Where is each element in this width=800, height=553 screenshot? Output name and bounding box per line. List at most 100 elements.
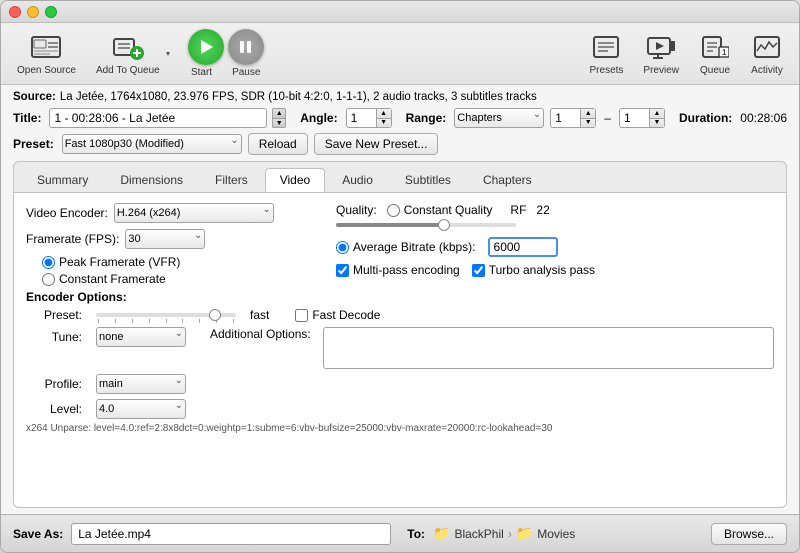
tab-filters[interactable]: Filters xyxy=(200,168,263,192)
preview-icon xyxy=(645,31,677,63)
activity-button[interactable]: Activity xyxy=(743,27,791,80)
title-spin-down[interactable]: ▼ xyxy=(272,118,286,128)
preview-button[interactable]: Preview xyxy=(635,27,687,80)
range-from-input[interactable] xyxy=(550,108,580,128)
tab-summary[interactable]: Summary xyxy=(22,168,103,192)
angle-spin-down[interactable]: ▼ xyxy=(377,119,391,128)
constant-quality-radio-item[interactable]: Constant Quality xyxy=(387,203,493,217)
avg-bitrate-row: Average Bitrate (kbps): xyxy=(336,237,774,257)
pause-button[interactable] xyxy=(228,29,264,65)
presets-button[interactable]: Presets xyxy=(582,27,632,80)
range-select-wrap: Chapters xyxy=(454,108,544,128)
tab-subtitles[interactable]: Subtitles xyxy=(390,168,466,192)
tabs-header: Summary Dimensions Filters Video Audio S… xyxy=(14,162,786,192)
saveas-input[interactable] xyxy=(71,523,391,545)
angle-spin-up[interactable]: ▲ xyxy=(377,109,391,119)
rf-slider[interactable] xyxy=(336,223,516,227)
start-button[interactable] xyxy=(188,29,224,65)
tune-profile-row: Tune: none Additional Options: xyxy=(26,327,774,369)
video-two-col: Video Encoder: H.264 (x264) Framerate (F… xyxy=(26,203,774,286)
tab-chapters[interactable]: Chapters xyxy=(468,168,547,192)
title-spin-up[interactable]: ▲ xyxy=(272,108,286,118)
fast-decode-checkbox[interactable] xyxy=(295,309,308,322)
reload-button[interactable]: Reload xyxy=(248,133,308,155)
add-to-queue-icon xyxy=(112,31,144,63)
queue-button[interactable]: 1 Queue xyxy=(691,27,739,80)
angle-input[interactable] xyxy=(346,108,376,128)
profile-label: Profile: xyxy=(26,377,82,391)
maximize-button[interactable] xyxy=(45,6,57,18)
range-to-spinners: ▲ ▼ xyxy=(649,108,665,128)
range-to-down[interactable]: ▼ xyxy=(650,119,664,128)
avg-bitrate-radio[interactable] xyxy=(336,241,349,254)
tune-row: Tune: none xyxy=(26,327,186,347)
tab-video[interactable]: Video xyxy=(265,168,325,192)
range-dash: – xyxy=(602,111,613,125)
folder2-name: Movies xyxy=(537,527,575,541)
constant-framerate-label: Constant Framerate xyxy=(59,272,166,286)
avg-bitrate-label: Average Bitrate (kbps): xyxy=(353,240,476,254)
additional-options-input[interactable] xyxy=(323,327,774,369)
title-input[interactable] xyxy=(49,108,267,128)
bitrate-input[interactable] xyxy=(488,237,558,257)
browse-button[interactable]: Browse... xyxy=(711,523,787,545)
constant-framerate-radio-item[interactable]: Constant Framerate xyxy=(42,272,316,286)
constant-framerate-radio[interactable] xyxy=(42,273,55,286)
tune-label: Tune: xyxy=(26,330,82,344)
start-label: Start xyxy=(191,67,212,78)
profile-select[interactable]: main xyxy=(96,374,186,394)
add-to-queue-button[interactable]: Add To Queue xyxy=(88,27,180,80)
quality-row: Quality: Constant Quality RF 22 xyxy=(336,203,774,217)
encoder-select-wrap: H.264 (x264) xyxy=(114,203,274,223)
presets-label: Presets xyxy=(590,65,624,76)
saveas-label: Save As: xyxy=(13,527,63,541)
path-display: 📁 BlackPhil › 📁 Movies xyxy=(433,525,575,542)
presets-icon xyxy=(590,31,622,63)
avg-bitrate-radio-item[interactable]: Average Bitrate (kbps): xyxy=(336,240,476,254)
tune-select[interactable]: none xyxy=(96,327,186,347)
encoder-preset-row: Preset: xyxy=(26,308,774,322)
range-from-spinners: ▲ ▼ xyxy=(580,108,596,128)
open-source-button[interactable]: Open Source xyxy=(9,27,84,80)
tab-dimensions[interactable]: Dimensions xyxy=(105,168,198,192)
start-pause-group: Start Pause xyxy=(188,29,264,78)
close-button[interactable] xyxy=(9,6,21,18)
level-select[interactable]: 4.0 xyxy=(96,399,186,419)
constant-quality-radio[interactable] xyxy=(387,204,400,217)
folder2-icon: 📁 xyxy=(516,525,533,542)
pause-label: Pause xyxy=(232,67,260,78)
preset-row: Preset: Fast 1080p30 (Modified) Reload S… xyxy=(13,133,787,155)
encoder-preset-slider[interactable] xyxy=(96,313,236,317)
turbo-checkbox-item[interactable]: Turbo analysis pass xyxy=(472,263,595,277)
peak-framerate-radio[interactable] xyxy=(42,256,55,269)
tab-audio[interactable]: Audio xyxy=(327,168,388,192)
encoder-options-fields: Preset: xyxy=(26,308,774,419)
encoder-preset-thumb[interactable] xyxy=(209,309,221,321)
folder1-name: BlackPhil xyxy=(454,527,503,541)
multipass-checkbox[interactable] xyxy=(336,264,349,277)
rf-label: RF xyxy=(510,203,526,217)
folder1-icon: 📁 xyxy=(433,525,450,542)
duration-value: 00:28:06 xyxy=(740,111,787,125)
range-from-up[interactable]: ▲ xyxy=(581,109,595,119)
framerate-select[interactable]: 30 xyxy=(125,229,205,249)
framerate-label: Framerate (FPS): xyxy=(26,232,119,246)
open-source-label: Open Source xyxy=(17,65,76,76)
preset-select[interactable]: Fast 1080p30 (Modified) xyxy=(62,134,242,154)
multipass-checkbox-item[interactable]: Multi-pass encoding xyxy=(336,263,460,277)
activity-label: Activity xyxy=(751,65,783,76)
encoder-select[interactable]: H.264 (x264) xyxy=(114,203,274,223)
range-to-input[interactable] xyxy=(619,108,649,128)
turbo-checkbox[interactable] xyxy=(472,264,485,277)
range-select[interactable]: Chapters xyxy=(454,108,544,128)
minimize-button[interactable] xyxy=(27,6,39,18)
preview-label: Preview xyxy=(643,65,679,76)
save-new-preset-button[interactable]: Save New Preset... xyxy=(314,133,439,155)
range-from-spinner: ▲ ▼ xyxy=(550,108,596,128)
constant-quality-label: Constant Quality xyxy=(404,203,493,217)
peak-framerate-radio-item[interactable]: Peak Framerate (VFR) xyxy=(42,255,316,269)
open-source-icon xyxy=(30,31,62,63)
range-to-up[interactable]: ▲ xyxy=(650,109,664,119)
preset-select-wrap: Fast 1080p30 (Modified) xyxy=(62,134,242,154)
range-from-down[interactable]: ▼ xyxy=(581,119,595,128)
